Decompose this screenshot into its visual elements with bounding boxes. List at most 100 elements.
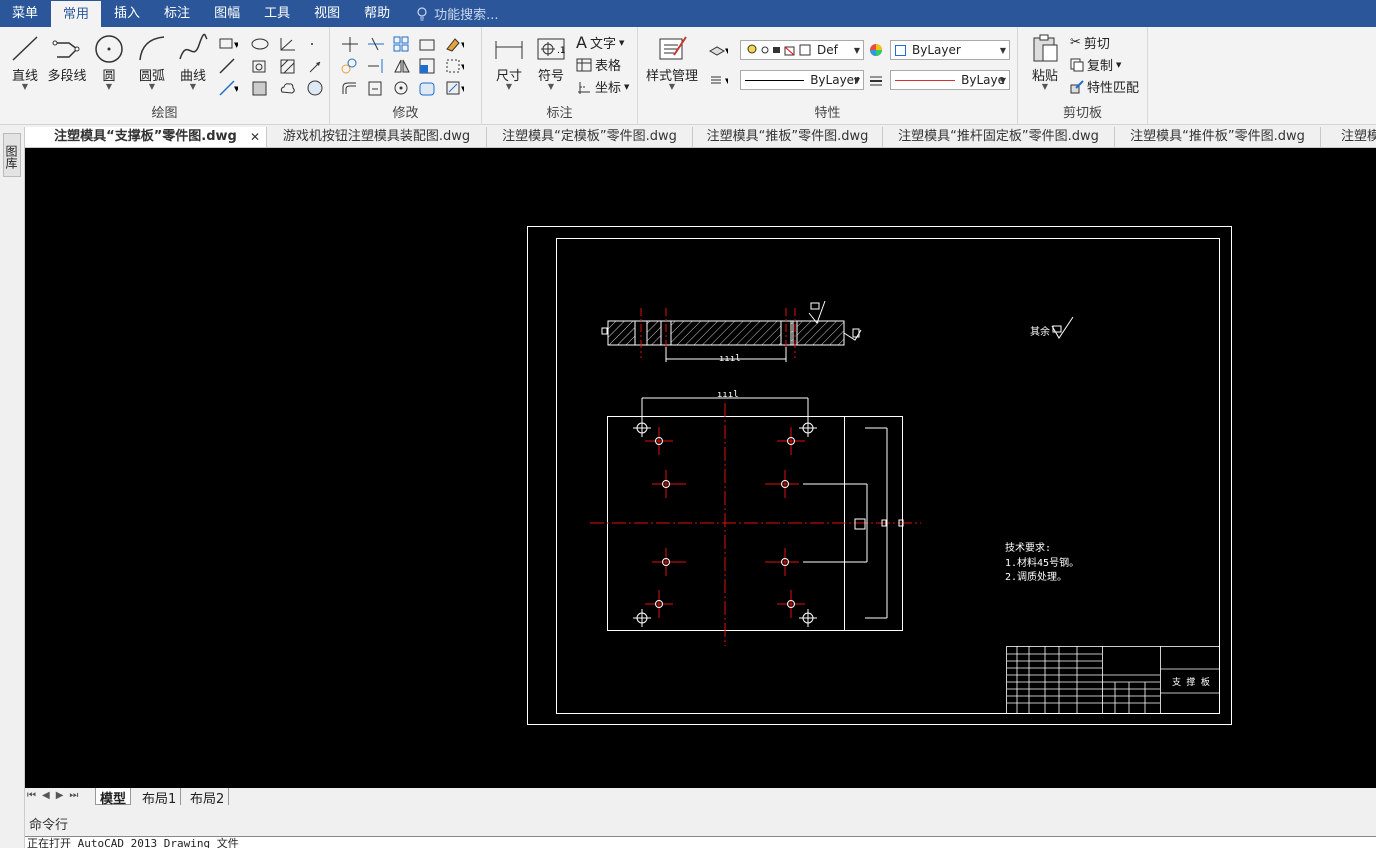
tech-line-2: 2.调质处理。: [1005, 571, 1067, 583]
doc-tab-ejector-retainer[interactable]: 注塑模具“推杆固定板”零件图.dwg: [883, 127, 1115, 147]
layer-states-icon[interactable]: ▼: [708, 41, 728, 59]
lightbulb-icon: [417, 6, 427, 20]
svg-text:▼: ▼: [725, 47, 728, 55]
dimension-button[interactable]: 尺寸 ▼: [492, 33, 526, 91]
command-output[interactable]: 正在打开 AutoCAD 2013 Drawing 文件: [25, 836, 1376, 848]
match-properties-icon: [1070, 79, 1084, 93]
rectangle-icon[interactable]: ▼: [218, 35, 238, 53]
style-manager-button[interactable]: 样式管理 ▼: [644, 33, 700, 91]
doc-tab-label: 注塑模具“支撑板”零件图.dwg: [54, 129, 237, 144]
doc-tab-support-plate[interactable]: 注塑模具“支撑板”零件图.dwg ✕: [25, 127, 267, 147]
doc-tab-assembly[interactable]: 游戏机按钮注塑模具装配图.dwg: [267, 127, 487, 147]
trim-icon[interactable]: [366, 35, 386, 53]
text-button[interactable]: A 文字 ▼: [576, 33, 624, 52]
table-button[interactable]: 表格: [576, 55, 621, 74]
array-icon[interactable]: [392, 35, 412, 53]
linetype-combo[interactable]: ByLayer ▼: [740, 70, 864, 90]
tab-sheet[interactable]: 图幅: [202, 0, 252, 27]
lineweight-combo[interactable]: ByLaye ▼: [890, 70, 1010, 90]
hatch-icon[interactable]: [278, 57, 298, 75]
linetype-value: ByLayer: [810, 73, 859, 87]
drawing-canvas[interactable]: ıııl 其余 ıııl 技术要求: 1.材料45号钢。 2.调质处理。 支 撑…: [25, 148, 1376, 788]
tab-view[interactable]: 视图: [302, 0, 352, 27]
doc-tab-push-plate[interactable]: 注塑模具“推板”零件图.dwg: [693, 127, 883, 147]
copy-button[interactable]: 复制 ▼: [1070, 55, 1121, 74]
angle-icon[interactable]: [278, 35, 298, 53]
curve-button[interactable]: 曲线 ▼: [176, 33, 210, 91]
scale-icon[interactable]: [418, 57, 438, 75]
layout-tab-model[interactable]: 模型: [95, 788, 132, 807]
tab-help[interactable]: 帮助: [352, 0, 402, 27]
tech-line-1: 1.材料45号钢。: [1005, 556, 1079, 569]
panel-modify-title: 修改: [392, 106, 419, 121]
stretch-icon[interactable]: [418, 35, 438, 53]
sheet-inner-border: [556, 238, 1220, 714]
construction-line-icon[interactable]: [218, 57, 238, 75]
left-toolstrip: 图库: [0, 127, 25, 848]
layer-combo[interactable]: Def ▼: [740, 40, 864, 60]
layout-nav[interactable]: ⏮◀▶⏭: [27, 790, 84, 801]
tab-insert[interactable]: 插入: [102, 0, 152, 27]
svg-text:▼: ▼: [234, 41, 238, 49]
coordinate-button[interactable]: 坐标 ▼: [576, 77, 629, 96]
doc-tab-fixed-plate[interactable]: 注塑模具“定模板”零件图.dwg: [487, 127, 693, 147]
cut-button[interactable]: ✂ 剪切: [1070, 33, 1110, 52]
offset-icon[interactable]: [340, 79, 360, 97]
symbol-button[interactable]: .1 符号 ▼: [534, 33, 568, 91]
extend-icon[interactable]: [366, 57, 386, 75]
explode-icon[interactable]: ▼: [444, 57, 464, 75]
circle-icon: [95, 35, 123, 63]
layout-tab-2[interactable]: 布局2: [186, 788, 230, 807]
layer-list-icon[interactable]: ▼: [708, 71, 728, 89]
line-icon: [12, 36, 38, 61]
style-manager-icon: [659, 36, 687, 60]
point-icon[interactable]: [306, 35, 326, 53]
color-wheel-icon[interactable]: [868, 41, 888, 59]
doc-tab-more[interactable]: 注塑模: [1321, 127, 1376, 147]
arc-button[interactable]: 圆弧 ▼: [134, 33, 170, 91]
polyline-button[interactable]: 多段线: [46, 33, 88, 84]
tab-common[interactable]: 常用: [50, 0, 103, 27]
feature-search[interactable]: 功能搜索...: [416, 4, 499, 23]
paste-button[interactable]: 粘贴 ▼: [1028, 33, 1062, 91]
tab-tools[interactable]: 工具: [252, 0, 302, 27]
move-icon[interactable]: [340, 35, 360, 53]
close-icon[interactable]: ✕: [250, 127, 260, 147]
cloud-icon[interactable]: [278, 79, 298, 97]
region-icon[interactable]: [250, 57, 270, 75]
coordinate-label: 坐标: [595, 81, 622, 96]
line-button[interactable]: 直线 ▼: [8, 33, 42, 91]
boundary-icon[interactable]: [250, 79, 270, 97]
panel-properties-title: 特性: [814, 106, 841, 121]
svg-text:▼: ▼: [234, 85, 238, 93]
library-tab[interactable]: 图库: [3, 133, 21, 177]
layer-state-icons: [747, 44, 811, 56]
ellipse-icon[interactable]: [250, 35, 270, 53]
paste-icon: [1033, 34, 1058, 62]
match-properties-button[interactable]: 特性匹配: [1070, 77, 1139, 96]
color-combo[interactable]: ByLayer ▼: [890, 40, 1010, 60]
copy-object-icon[interactable]: [340, 57, 360, 75]
lineweight-icon[interactable]: [868, 71, 888, 89]
layout-tab-1[interactable]: 布局1: [138, 788, 182, 807]
circle-button[interactable]: 圆 ▼: [92, 33, 126, 91]
erase-icon[interactable]: ▼: [444, 35, 464, 53]
panel-annotate-title: 标注: [546, 106, 573, 121]
svg-text:▼: ▼: [461, 63, 464, 71]
mirror-icon[interactable]: [392, 57, 412, 75]
fillet-icon[interactable]: [418, 79, 438, 97]
tab-annotate[interactable]: 标注: [152, 0, 202, 27]
wipeout-icon[interactable]: [306, 79, 326, 97]
polyline-icon: [52, 40, 80, 58]
doc-tab-label: 注塑模具“推杆固定板”零件图.dwg: [898, 129, 1099, 144]
arrow-icon[interactable]: [306, 57, 326, 75]
doc-tab-stripper-plate[interactable]: 注塑模具“推件板”零件图.dwg: [1115, 127, 1321, 147]
edit-icon[interactable]: ▼: [444, 79, 464, 97]
rotate-icon[interactable]: [392, 79, 412, 97]
break-icon[interactable]: [366, 79, 386, 97]
panel-modify: ▼ ▼ ▼ 修改: [330, 27, 482, 125]
doc-tab-label: 注塑模: [1341, 129, 1376, 144]
menu-main[interactable]: 菜单: [0, 0, 50, 27]
ray-icon[interactable]: ▼: [218, 79, 238, 97]
section-view: ıııl: [601, 300, 862, 364]
